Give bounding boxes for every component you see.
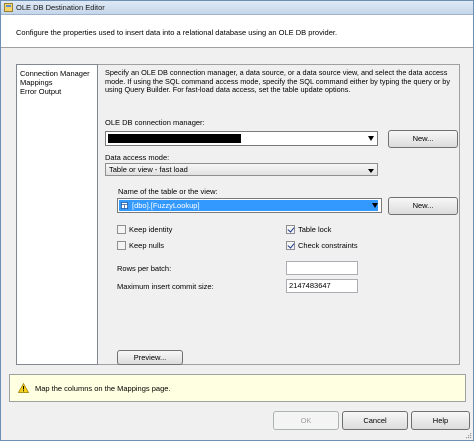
- content-description: Specify an OLE DB connection manager, a …: [105, 68, 451, 95]
- title-bar[interactable]: OLE DB Destination Editor: [1, 1, 473, 15]
- table-lock-label: Table lock: [298, 225, 332, 234]
- table-name-dropdown[interactable]: [dbo].[FuzzyLookup]: [117, 198, 382, 213]
- connection-manager-dropdown[interactable]: [105, 131, 378, 146]
- message-text: Map the columns on the Mappings page.: [35, 384, 171, 393]
- nav-item-mappings[interactable]: Mappings: [20, 78, 53, 87]
- new-table-button[interactable]: New...: [388, 197, 458, 215]
- nav-item-connection-manager[interactable]: Connection Manager: [20, 69, 90, 78]
- chevron-down-icon: [368, 169, 374, 173]
- chevron-down-icon: [368, 136, 374, 141]
- new-connection-button[interactable]: New...: [388, 130, 458, 148]
- access-mode-dropdown[interactable]: Table or view - fast load: [105, 163, 378, 176]
- help-button[interactable]: Help: [411, 411, 470, 430]
- header-description: Configure the properties used to insert …: [16, 28, 338, 37]
- table-name-selection: [dbo].[FuzzyLookup]: [119, 200, 378, 211]
- connection-manager-label: OLE DB connection manager:: [105, 118, 205, 127]
- ok-button[interactable]: OK: [273, 411, 339, 430]
- table-lock-checkbox[interactable]: [286, 225, 295, 234]
- preview-button[interactable]: Preview...: [117, 350, 183, 365]
- ole-db-destination-editor-window: OLE DB Destination Editor Configure the …: [0, 0, 474, 441]
- cancel-button[interactable]: Cancel: [342, 411, 408, 430]
- keep-nulls-label: Keep nulls: [129, 241, 165, 250]
- check-constraints-label: Check constraints: [298, 241, 358, 250]
- keep-identity-checkbox[interactable]: [117, 225, 126, 234]
- chevron-down-icon: [372, 203, 378, 208]
- message-panel: Map the columns on the Mappings page.: [9, 374, 466, 402]
- table-icon: [121, 202, 128, 209]
- max-commit-label: Maximum insert commit size:: [117, 282, 214, 291]
- content-panel: Specify an OLE DB connection manager, a …: [98, 64, 460, 365]
- window-title: OLE DB Destination Editor: [16, 3, 105, 12]
- redacted-connection-value: [108, 134, 241, 143]
- table-name-value: [dbo].[FuzzyLookup]: [132, 201, 200, 210]
- nav-panel: Connection Manager Mappings Error Output: [16, 64, 98, 365]
- access-mode-value: Table or view - fast load: [109, 165, 188, 174]
- app-icon: [4, 3, 13, 12]
- warning-icon: [18, 383, 29, 393]
- nav-item-error-output[interactable]: Error Output: [20, 87, 61, 96]
- check-constraints-checkbox[interactable]: [286, 241, 295, 250]
- resize-grip-icon[interactable]: [464, 431, 472, 439]
- access-mode-label: Data access mode:: [105, 153, 170, 162]
- rows-per-batch-label: Rows per batch:: [117, 264, 172, 273]
- keep-identity-label: Keep identity: [129, 225, 173, 234]
- table-name-label: Name of the table or the view:: [118, 187, 218, 196]
- max-commit-input[interactable]: 2147483647: [286, 279, 358, 293]
- rows-per-batch-input[interactable]: [286, 261, 358, 275]
- keep-nulls-checkbox[interactable]: [117, 241, 126, 250]
